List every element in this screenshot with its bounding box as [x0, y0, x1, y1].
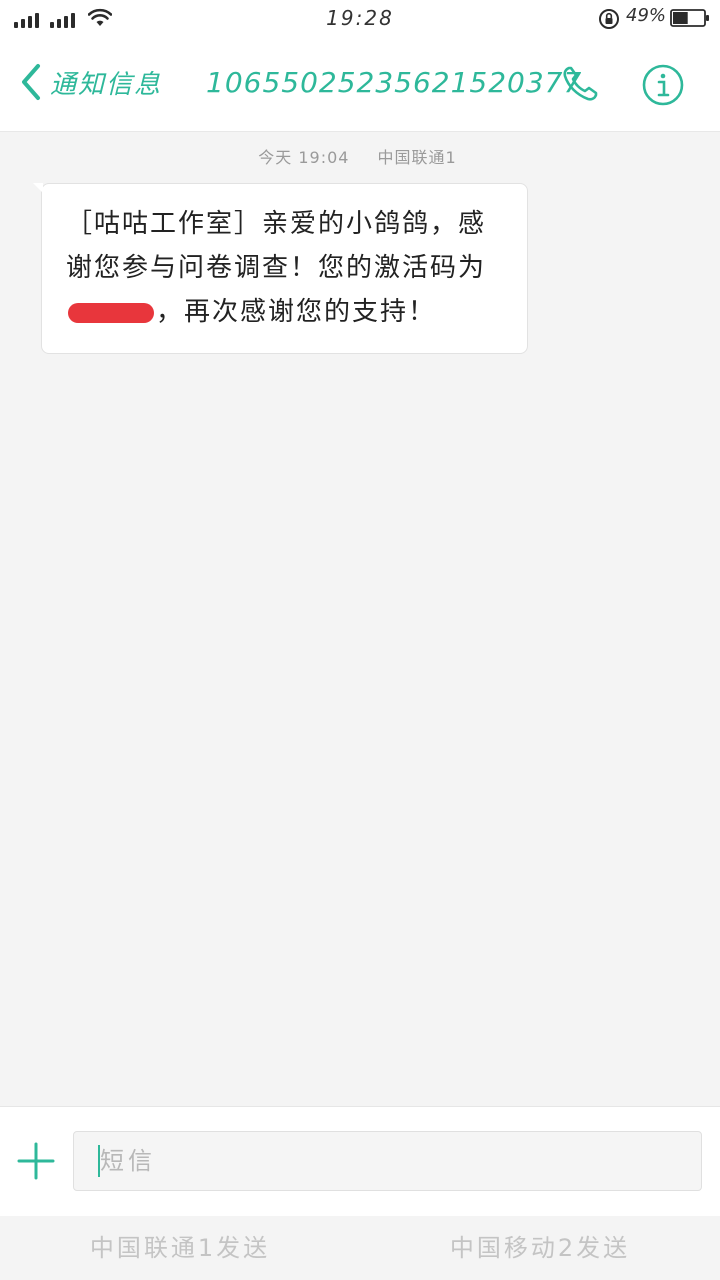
send-options-bar: 中国联通1发送 中国移动2发送 [0, 1216, 720, 1280]
send-via-sim2-button[interactable]: 中国移动2发送 [410, 1224, 670, 1272]
phone-icon[interactable] [560, 64, 600, 104]
compose-bar [0, 1106, 720, 1217]
back-label: 通知信息 [50, 69, 163, 100]
rotation-lock-icon [599, 9, 619, 29]
info-icon[interactable] [642, 64, 684, 106]
message-text-before: ［咕咕工作室］亲爱的小鸽鸽，感谢您参与问卷调查！您的激活码为 [66, 209, 487, 283]
conversation-header: 通知信息 10655025235621520377 [0, 36, 720, 132]
timestamp-day: 今天 19:04 [258, 148, 350, 167]
input-caret [98, 1145, 100, 1177]
message-text-after: ，再次感谢您的支持！ [156, 297, 437, 327]
battery-icon [670, 9, 709, 27]
timestamp-carrier: 中国联通1 [377, 148, 457, 167]
sender-number: 10655025235621520377 [206, 66, 583, 99]
status-bar: 19:28 49% [0, 0, 720, 36]
back-button[interactable]: 通知信息 [18, 62, 162, 102]
chevron-left-icon [22, 64, 40, 100]
bubble-tail [33, 183, 43, 193]
message-input[interactable] [73, 1131, 702, 1191]
plus-icon[interactable] [16, 1141, 56, 1181]
message-timestamp: 今天 19:04 中国联通1 [0, 144, 715, 168]
redaction-mark [68, 302, 154, 323]
incoming-message-bubble[interactable]: ［咕咕工作室］亲爱的小鸽鸽，感谢您参与问卷调查！您的激活码为 ，再次感谢您的支持！ [41, 183, 528, 354]
battery-percent: 49% [626, 5, 667, 26]
message-text: ［咕咕工作室］亲爱的小鸽鸽，感谢您参与问卷调查！您的激活码为 ，再次感谢您的支持！ [66, 202, 507, 334]
send-via-sim1-button[interactable]: 中国联通1发送 [50, 1224, 310, 1272]
